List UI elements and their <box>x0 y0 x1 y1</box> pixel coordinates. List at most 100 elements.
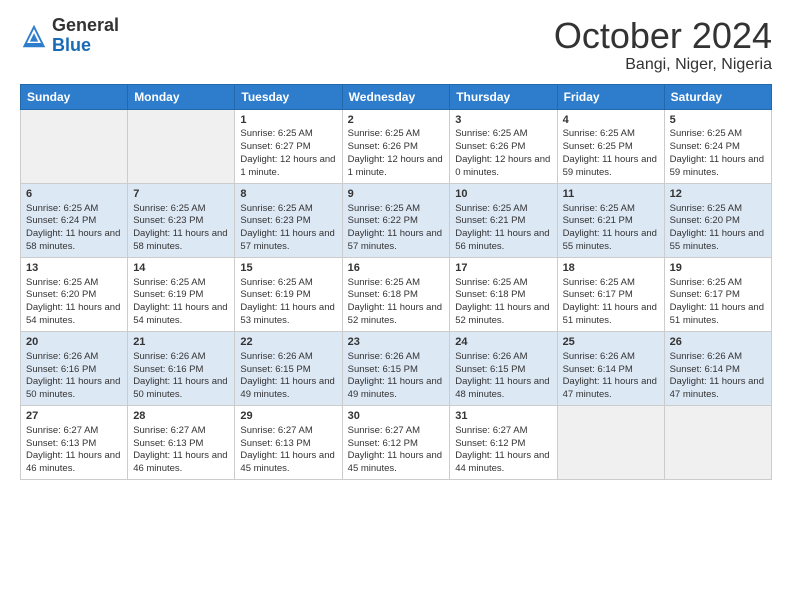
day-number: 25 <box>563 335 659 350</box>
table-row <box>557 405 664 479</box>
day-info-text: Sunset: 6:12 PM <box>348 438 445 451</box>
day-info-text: Sunset: 6:15 PM <box>455 364 551 377</box>
day-info-text: Daylight: 11 hours and 59 minutes. <box>670 154 766 180</box>
day-info-text: Daylight: 11 hours and 44 minutes. <box>455 450 551 476</box>
day-info-text: Sunrise: 6:25 AM <box>455 203 551 216</box>
day-info-text: Daylight: 11 hours and 56 minutes. <box>455 228 551 254</box>
logo-icon <box>20 22 48 50</box>
day-number: 10 <box>455 187 551 202</box>
day-info-text: Sunrise: 6:27 AM <box>240 425 336 438</box>
day-number: 29 <box>240 409 336 424</box>
day-number: 31 <box>455 409 551 424</box>
day-info-text: Sunset: 6:18 PM <box>348 289 445 302</box>
table-row: 13Sunrise: 6:25 AMSunset: 6:20 PMDayligh… <box>21 257 128 331</box>
day-info-text: Sunset: 6:15 PM <box>348 364 445 377</box>
day-number: 23 <box>348 335 445 350</box>
day-info-text: Sunset: 6:20 PM <box>670 215 766 228</box>
logo: General Blue <box>20 16 119 56</box>
day-info-text: Sunrise: 6:25 AM <box>455 277 551 290</box>
day-number: 2 <box>348 113 445 128</box>
table-row: 16Sunrise: 6:25 AMSunset: 6:18 PMDayligh… <box>342 257 450 331</box>
day-info-text: Sunset: 6:24 PM <box>26 215 122 228</box>
day-number: 27 <box>26 409 122 424</box>
day-info-text: Daylight: 11 hours and 59 minutes. <box>563 154 659 180</box>
day-info-text: Sunset: 6:25 PM <box>563 141 659 154</box>
table-row: 21Sunrise: 6:26 AMSunset: 6:16 PMDayligh… <box>128 331 235 405</box>
day-info-text: Sunrise: 6:25 AM <box>563 128 659 141</box>
col-friday: Friday <box>557 84 664 109</box>
day-number: 6 <box>26 187 122 202</box>
day-number: 18 <box>563 261 659 276</box>
table-row: 22Sunrise: 6:26 AMSunset: 6:15 PMDayligh… <box>235 331 342 405</box>
table-row: 10Sunrise: 6:25 AMSunset: 6:21 PMDayligh… <box>450 183 557 257</box>
col-tuesday: Tuesday <box>235 84 342 109</box>
day-info-text: Sunset: 6:24 PM <box>670 141 766 154</box>
day-info-text: Daylight: 11 hours and 54 minutes. <box>133 302 229 328</box>
day-info-text: Daylight: 11 hours and 58 minutes. <box>133 228 229 254</box>
day-info-text: Sunrise: 6:27 AM <box>455 425 551 438</box>
day-number: 14 <box>133 261 229 276</box>
day-info-text: Daylight: 11 hours and 52 minutes. <box>348 302 445 328</box>
col-saturday: Saturday <box>664 84 771 109</box>
day-number: 17 <box>455 261 551 276</box>
day-info-text: Sunset: 6:23 PM <box>133 215 229 228</box>
day-info-text: Daylight: 12 hours and 1 minute. <box>348 154 445 180</box>
calendar-week-row: 6Sunrise: 6:25 AMSunset: 6:24 PMDaylight… <box>21 183 772 257</box>
day-info-text: Sunset: 6:17 PM <box>563 289 659 302</box>
day-info-text: Sunrise: 6:25 AM <box>240 203 336 216</box>
day-info-text: Daylight: 11 hours and 53 minutes. <box>240 302 336 328</box>
day-number: 26 <box>670 335 766 350</box>
day-info-text: Daylight: 11 hours and 54 minutes. <box>26 302 122 328</box>
day-info-text: Sunset: 6:27 PM <box>240 141 336 154</box>
day-number: 3 <box>455 113 551 128</box>
col-thursday: Thursday <box>450 84 557 109</box>
day-info-text: Daylight: 11 hours and 46 minutes. <box>133 450 229 476</box>
day-info-text: Daylight: 11 hours and 50 minutes. <box>26 376 122 402</box>
day-info-text: Sunrise: 6:26 AM <box>670 351 766 364</box>
day-info-text: Daylight: 11 hours and 45 minutes. <box>240 450 336 476</box>
day-number: 15 <box>240 261 336 276</box>
day-info-text: Daylight: 11 hours and 46 minutes. <box>26 450 122 476</box>
day-info-text: Sunrise: 6:25 AM <box>348 277 445 290</box>
day-info-text: Daylight: 12 hours and 1 minute. <box>240 154 336 180</box>
table-row: 3Sunrise: 6:25 AMSunset: 6:26 PMDaylight… <box>450 109 557 183</box>
day-info-text: Sunrise: 6:26 AM <box>240 351 336 364</box>
day-info-text: Daylight: 11 hours and 55 minutes. <box>563 228 659 254</box>
day-info-text: Sunset: 6:20 PM <box>26 289 122 302</box>
day-info-text: Daylight: 11 hours and 52 minutes. <box>455 302 551 328</box>
day-info-text: Sunrise: 6:26 AM <box>563 351 659 364</box>
title-area: October 2024 Bangi, Niger, Nigeria <box>554 16 772 74</box>
day-info-text: Sunrise: 6:25 AM <box>26 203 122 216</box>
day-info-text: Sunrise: 6:25 AM <box>348 203 445 216</box>
table-row: 28Sunrise: 6:27 AMSunset: 6:13 PMDayligh… <box>128 405 235 479</box>
day-info-text: Daylight: 11 hours and 55 minutes. <box>670 228 766 254</box>
day-info-text: Sunset: 6:16 PM <box>133 364 229 377</box>
table-row: 25Sunrise: 6:26 AMSunset: 6:14 PMDayligh… <box>557 331 664 405</box>
day-info-text: Sunset: 6:14 PM <box>563 364 659 377</box>
day-number: 22 <box>240 335 336 350</box>
day-number: 4 <box>563 113 659 128</box>
day-number: 16 <box>348 261 445 276</box>
table-row: 19Sunrise: 6:25 AMSunset: 6:17 PMDayligh… <box>664 257 771 331</box>
table-row: 8Sunrise: 6:25 AMSunset: 6:23 PMDaylight… <box>235 183 342 257</box>
day-number: 7 <box>133 187 229 202</box>
day-info-text: Daylight: 11 hours and 58 minutes. <box>26 228 122 254</box>
table-row: 17Sunrise: 6:25 AMSunset: 6:18 PMDayligh… <box>450 257 557 331</box>
day-info-text: Sunrise: 6:26 AM <box>455 351 551 364</box>
table-row: 27Sunrise: 6:27 AMSunset: 6:13 PMDayligh… <box>21 405 128 479</box>
day-info-text: Daylight: 11 hours and 50 minutes. <box>133 376 229 402</box>
table-row: 30Sunrise: 6:27 AMSunset: 6:12 PMDayligh… <box>342 405 450 479</box>
day-info-text: Sunset: 6:23 PM <box>240 215 336 228</box>
day-info-text: Sunrise: 6:27 AM <box>26 425 122 438</box>
table-row: 24Sunrise: 6:26 AMSunset: 6:15 PMDayligh… <box>450 331 557 405</box>
day-number: 1 <box>240 113 336 128</box>
day-number: 28 <box>133 409 229 424</box>
day-number: 24 <box>455 335 551 350</box>
day-info-text: Daylight: 11 hours and 48 minutes. <box>455 376 551 402</box>
table-row: 6Sunrise: 6:25 AMSunset: 6:24 PMDaylight… <box>21 183 128 257</box>
table-row: 23Sunrise: 6:26 AMSunset: 6:15 PMDayligh… <box>342 331 450 405</box>
day-info-text: Daylight: 11 hours and 47 minutes. <box>563 376 659 402</box>
day-info-text: Sunset: 6:13 PM <box>240 438 336 451</box>
table-row <box>21 109 128 183</box>
day-info-text: Sunset: 6:21 PM <box>563 215 659 228</box>
